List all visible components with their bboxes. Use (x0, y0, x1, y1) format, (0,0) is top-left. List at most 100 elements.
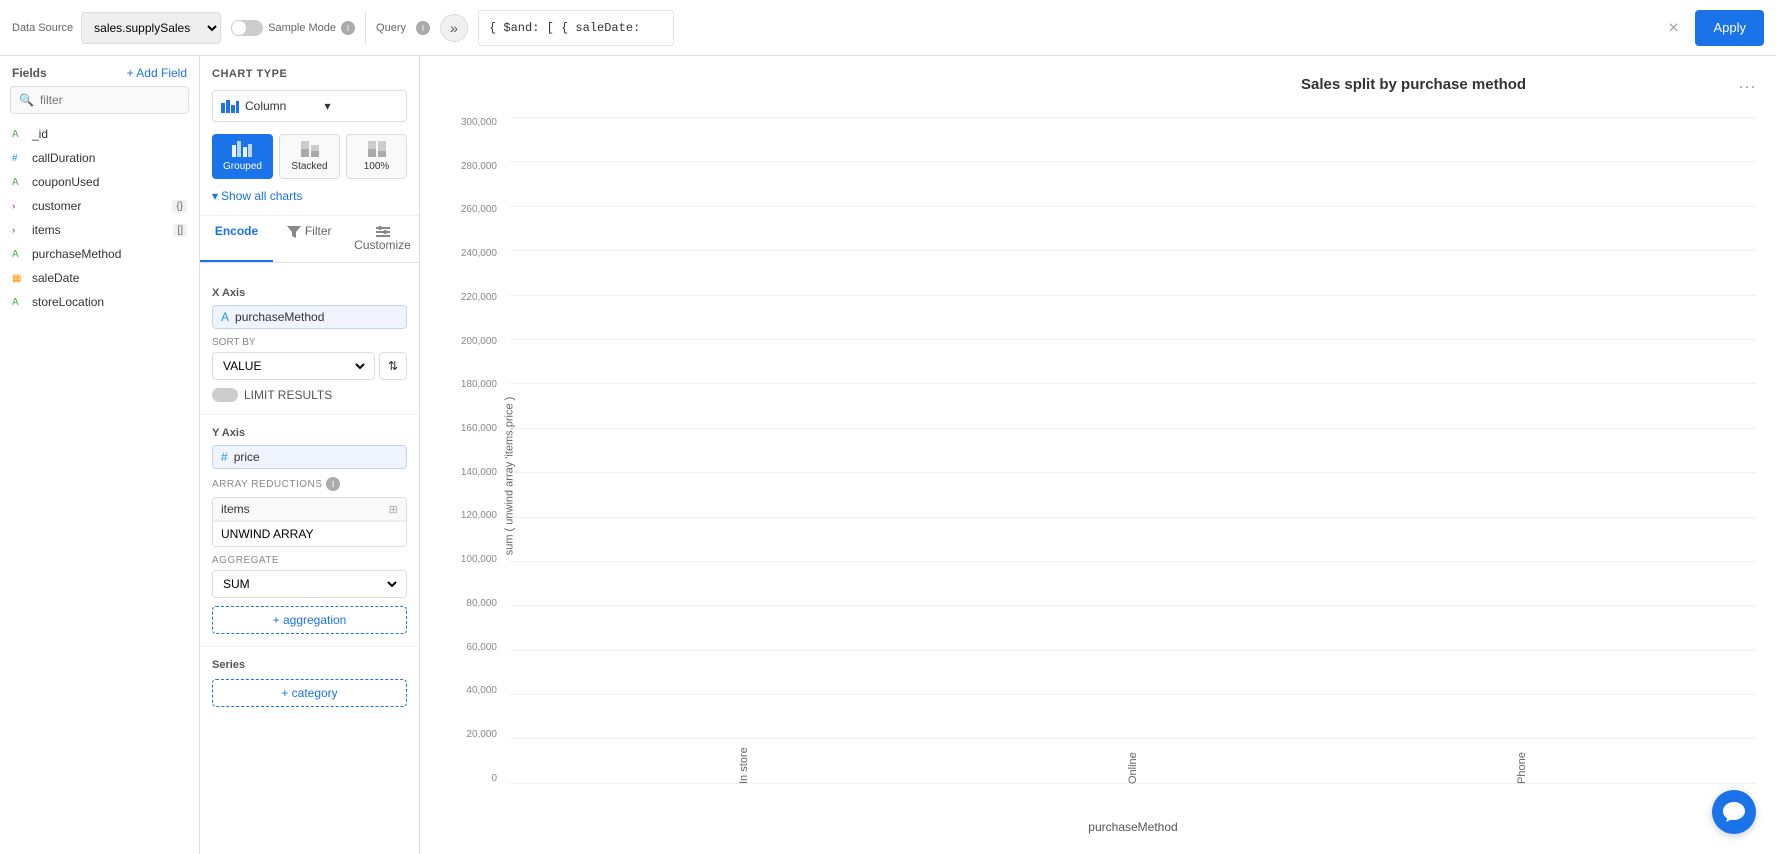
field-item[interactable]: A storeLocation (0, 290, 199, 314)
sort-by-label: SORT BY (212, 337, 407, 348)
chart-type-title: Chart Type (212, 68, 407, 80)
show-all-charts-btn[interactable]: ▾ Show all charts (212, 189, 407, 203)
field-name: customer (32, 199, 81, 213)
array-reduction-select[interactable]: UNWIND ARRAY (213, 521, 406, 546)
chat-icon (1723, 802, 1745, 822)
config-panel: Chart Type Column ▾ (200, 56, 420, 854)
x-label-instore: In store (738, 734, 750, 784)
chart-title: Sales split by purchase method (1089, 76, 1738, 93)
tab-encode[interactable]: Encode (200, 216, 273, 262)
query-info-icon[interactable]: i (416, 21, 430, 35)
field-type-icon: ▦ (12, 273, 26, 284)
chart-header: Sales split by purchase method ··· (440, 76, 1756, 97)
sample-mode-toggle[interactable] (231, 20, 263, 36)
y-label: 80,000 (466, 598, 497, 609)
tab-filter[interactable]: Filter (273, 216, 346, 262)
field-badge: [] (173, 224, 187, 237)
chart-body: sum ( unwind array 'items.price ) 300,00… (440, 117, 1756, 834)
chart-variant-stacked[interactable]: Stacked (279, 134, 340, 179)
array-reductions-info-icon[interactable]: i (326, 477, 340, 491)
array-reduction-header: items ⊞ (213, 498, 406, 521)
chart-variant-100-label: 100% (364, 161, 390, 172)
top-bar: Data Source sales.supplySales Sample Mod… (0, 0, 1776, 56)
field-item[interactable]: ▦ saleDate (0, 266, 199, 290)
divider (365, 12, 366, 44)
chart-type-section: Chart Type Column ▾ (200, 56, 419, 216)
bars-container: In store Online Phone (510, 117, 1756, 784)
query-wrap: ✕ (478, 10, 1685, 46)
grouped-icon (232, 141, 254, 157)
query-arrow-btn[interactable]: » (440, 14, 468, 42)
sort-select[interactable]: VALUE (212, 352, 375, 380)
field-item[interactable]: › items [] (0, 218, 199, 242)
datasource-select[interactable]: sales.supplySales (81, 12, 221, 44)
x-axis-label: X Axis (212, 287, 407, 299)
chart-variant-grouped[interactable]: Grouped (212, 134, 273, 179)
fields-header: Fields + Add Field (0, 56, 199, 86)
array-item-expand-icon[interactable]: ⊞ (389, 503, 398, 516)
field-type-icon: A (12, 297, 26, 308)
sort-select-input[interactable]: VALUE (219, 358, 368, 374)
stacked-icon (299, 141, 321, 157)
fields-title: Fields (12, 66, 47, 80)
field-type-icon: › (12, 201, 26, 212)
apply-button[interactable]: Apply (1695, 10, 1764, 46)
y-axis-field-pill[interactable]: # price (212, 445, 407, 469)
field-name: saleDate (32, 271, 79, 285)
add-field-button[interactable]: + Add Field (127, 66, 187, 80)
fields-search-input[interactable] (40, 93, 180, 107)
hundred-icon (366, 141, 388, 157)
field-type-icon: # (12, 153, 26, 164)
field-name: purchaseMethod (32, 247, 121, 261)
aggregate-select[interactable]: SUM (212, 570, 407, 598)
sort-direction-btn[interactable]: ⇅ (379, 352, 407, 380)
aggregate-label: AGGREGATE (212, 555, 407, 566)
y-label: 240,000 (461, 248, 497, 259)
main-layout: Fields + Add Field 🔍 A _id # callDuratio… (0, 56, 1776, 854)
sample-mode-section: Sample Mode i (231, 20, 355, 36)
y-label: 260,000 (461, 204, 497, 215)
chart-variant-100[interactable]: 100% (346, 134, 407, 179)
chart-type-chevron: ▾ (325, 99, 399, 113)
field-item[interactable]: A purchaseMethod (0, 242, 199, 266)
field-list: A _id # callDuration A couponUsed › cust… (0, 122, 199, 854)
field-type-icon: A (12, 177, 26, 188)
field-name: items (32, 223, 61, 237)
sample-mode-info-icon[interactable]: i (341, 21, 355, 35)
bar-group-online: Online (1003, 726, 1263, 784)
add-category-btn[interactable]: + category (212, 679, 407, 707)
field-item[interactable]: › customer {} (0, 194, 199, 218)
field-item[interactable]: A couponUsed (0, 170, 199, 194)
filter-icon (287, 226, 301, 238)
chart-menu-btn[interactable]: ··· (1738, 76, 1756, 97)
encode-tabs: Encode Filter Customize (200, 216, 419, 263)
x-axis-field-pill[interactable]: A purchaseMethod (212, 305, 407, 329)
series-title: Series (212, 659, 407, 671)
bar-group-instore: In store (614, 726, 874, 784)
y-label: 160,000 (461, 423, 497, 434)
bar-group-phone: Phone (1392, 726, 1652, 784)
aggregate-select-input[interactable]: SUM (219, 576, 400, 592)
limit-toggle[interactable] (212, 388, 238, 402)
series-section: Series + category (200, 647, 419, 719)
field-item[interactable]: A _id (0, 122, 199, 146)
column-chart-icon (221, 99, 239, 113)
field-item[interactable]: # callDuration (0, 146, 199, 170)
y-label: 100,000 (461, 554, 497, 565)
query-clear-btn[interactable]: ✕ (1668, 19, 1680, 36)
chart-area: Sales split by purchase method ··· sum (… (420, 56, 1776, 854)
y-label: 120,000 (461, 510, 497, 521)
add-aggregation-btn[interactable]: + aggregation (212, 606, 407, 634)
chart-type-dropdown[interactable]: Column ▾ (212, 90, 407, 122)
chat-bubble-btn[interactable] (1712, 790, 1756, 834)
y-label: 40,000 (466, 685, 497, 696)
chart-type-value: Column (245, 99, 319, 113)
tab-customize[interactable]: Customize (346, 216, 419, 262)
query-input[interactable] (478, 10, 674, 46)
limit-label: LIMIT RESULTS (244, 388, 332, 402)
field-name: couponUsed (32, 175, 99, 189)
sample-mode-label: Sample Mode (268, 22, 336, 34)
show-all-charts-chevron: ▾ (212, 189, 218, 203)
y-axis-section: Y Axis # price ARRAY REDUCTIONS i items … (200, 415, 419, 647)
sort-select-wrap: VALUE ⇅ (212, 352, 407, 380)
